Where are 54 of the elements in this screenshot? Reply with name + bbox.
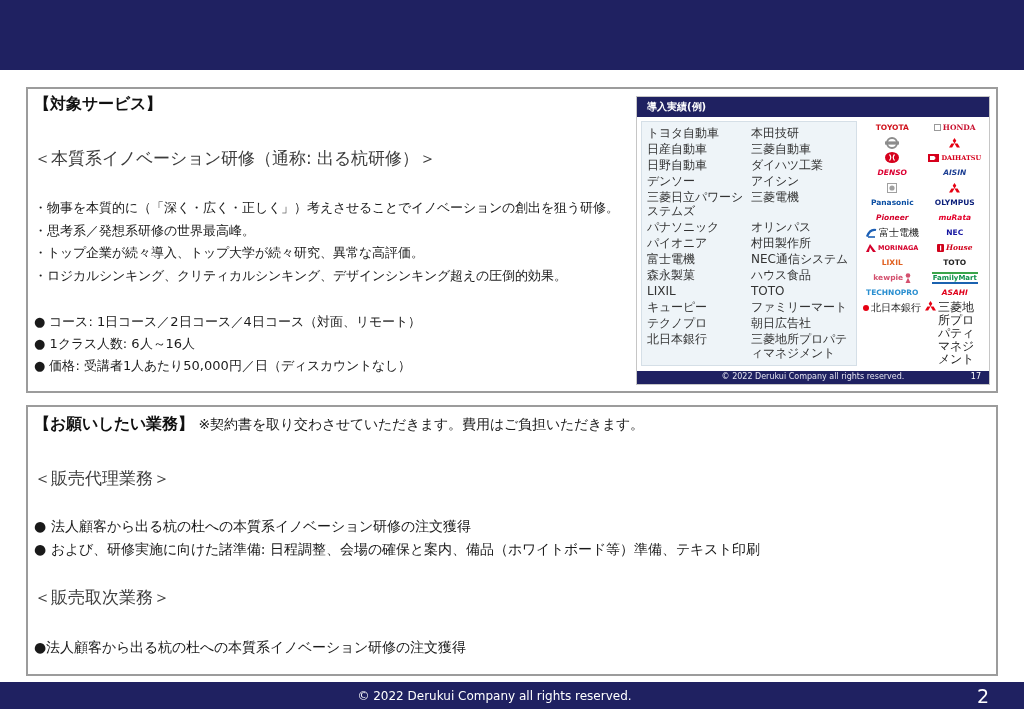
emblem-icon: [936, 243, 944, 252]
company-name: オリンパス: [751, 219, 812, 234]
company-name: 三菱地所プロパティマネジメント: [751, 331, 848, 360]
company-name: 日野自動車: [647, 157, 708, 172]
company-name: LIXIL: [647, 283, 677, 298]
slide-title: 導入実績(例): [637, 96, 989, 117]
feature-text: ・ロジカルシンキング、クリティカルシンキング、デザインシンキング超えの圧倒的効果。: [34, 266, 568, 285]
task-heading: ＜販売取次業務＞: [34, 586, 171, 608]
square-mark-icon: [933, 124, 941, 131]
detail-text: ● 価格: 受講者1人あたり50,000円／日（ディスカウントなし）: [34, 357, 412, 375]
company-name: 本田技研: [751, 125, 800, 140]
task-text: ● 法人顧客から出る杭の杜への本質系イノベーション研修の注文獲得: [34, 517, 472, 536]
company-name: キューピー: [647, 299, 708, 314]
page-number: 17: [970, 372, 981, 382]
page-number: 2: [976, 684, 989, 707]
company-name: 日産自動車: [647, 141, 708, 156]
company-name: NEC通信システム: [751, 251, 849, 266]
detail-text: ● 1クラス人数: 6人～16人: [34, 335, 197, 353]
chevron-logo-icon: [866, 243, 877, 252]
feature-text: ・思考系／発想系研修の世界最高峰。: [34, 221, 256, 240]
section-title: 【お願いしたい業務】 ※契約書を取り交わさせていただきます。費用はご負担いただきます。: [34, 414, 646, 434]
company-name: パナソニック: [647, 219, 720, 234]
company-name: 森永製菓: [647, 267, 696, 282]
company-name: テクノプロ: [647, 315, 708, 330]
section-title: 【対象サービス】: [34, 94, 163, 114]
company-name: 村田製作所: [751, 235, 812, 250]
company-name: 朝日広告社: [751, 315, 812, 330]
course-title: ＜本質系イノベーション研修（通称: 出る杭研修）＞: [34, 147, 438, 169]
company-name: 北日本銀行: [647, 331, 708, 348]
company-name: 三菱電機: [751, 189, 800, 206]
company-name: 三菱自動車: [751, 141, 812, 156]
logo-wordmark: 北日本銀行: [871, 302, 922, 313]
feature-text: ・トップ企業が続々導入、トップ大学が続々研究、異常な高評価。: [34, 244, 425, 262]
company-name: デンソー: [647, 173, 696, 188]
company-name: 三菱日立パワーシステムズ: [647, 189, 744, 218]
detail-text: ● コース: 1日コース／2日コース／4日コース（対面、リモート）: [34, 313, 422, 331]
company-name: パイオニア: [647, 235, 708, 250]
company-name: TOTO: [751, 283, 786, 298]
task-text: ●法人顧客から出る杭の杜への本質系イノベーション研修の注文獲得: [34, 638, 468, 657]
task-heading: ＜販売代理業務＞: [34, 467, 171, 489]
company-name: ハウス食品: [751, 267, 812, 282]
logo-wordmark: 富士電機: [878, 227, 919, 238]
company-name: 富士電機: [647, 251, 696, 266]
company-name: ファミリーマート: [751, 299, 848, 314]
copyright-text: © 2022 Derukui Company all rights reserved.: [357, 688, 632, 703]
square-logo-icon: [928, 153, 940, 162]
company-name: ダイハツ工業: [751, 157, 824, 172]
company-name: アイシン: [751, 173, 800, 188]
task-text: ● および、研修実施に向けた諸準備: 日程調整、会場の確保と案内、備品（ホワイトボード等）準備、テキスト印刷: [34, 540, 761, 559]
copyright-text: © 2022 Derukui Company all rights reserved.: [721, 372, 905, 382]
figure-icon: [905, 272, 912, 283]
feature-text: ・物事を本質的に（「深く・広く・正しく」）考えさせることでイノベーションの創出を狙う研修。: [34, 199, 620, 217]
logo-wordmark: 三菱地所プロパティマネジメント: [937, 300, 975, 366]
company-name: トヨタ自動車: [647, 125, 720, 140]
